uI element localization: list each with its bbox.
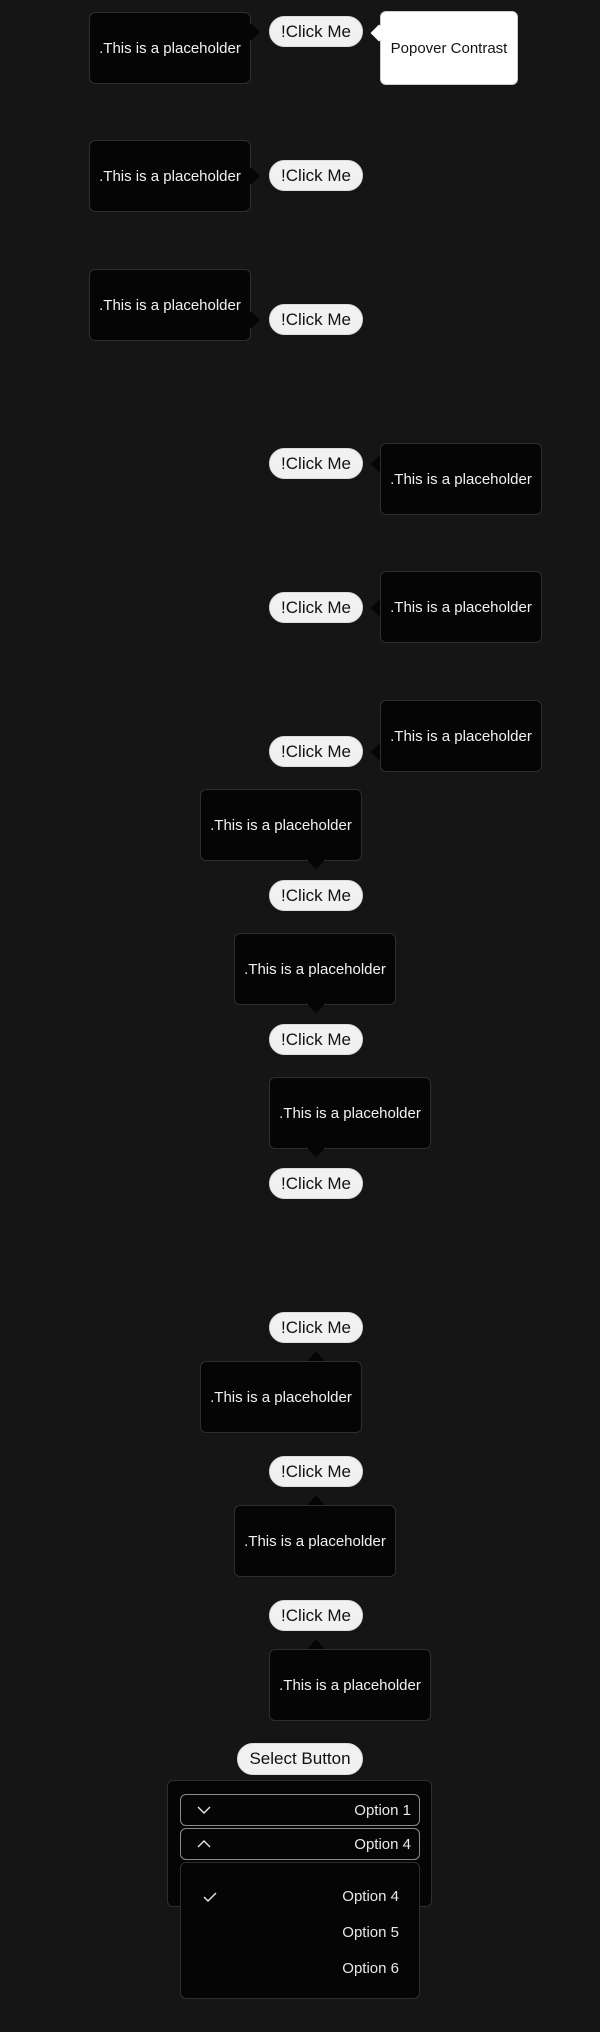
click-me-button[interactable]: !Click Me	[269, 160, 363, 191]
popover-contrast: Popover Contrast	[380, 11, 518, 85]
check-icon	[203, 1892, 217, 1902]
popover-right: .This is a placeholder	[380, 700, 542, 772]
popover-right: .This is a placeholder	[380, 571, 542, 643]
click-me-button[interactable]: !Click Me	[269, 592, 363, 623]
popover-text: .This is a placeholder	[244, 960, 386, 978]
popover-text: .This is a placeholder	[279, 1104, 421, 1122]
menu-item-option-6[interactable]: Option 6	[181, 1954, 419, 1984]
click-me-button[interactable]: !Click Me	[269, 1456, 363, 1487]
click-me-button[interactable]: !Click Me	[269, 304, 363, 335]
popover-top: .This is a placeholder	[234, 933, 396, 1005]
popover-left: .This is a placeholder	[89, 140, 251, 212]
popover-right: .This is a placeholder	[380, 443, 542, 515]
popover-text: .This is a placeholder	[99, 167, 241, 185]
popover-text: .This is a placeholder	[99, 39, 241, 57]
click-me-button[interactable]: !Click Me	[269, 448, 363, 479]
popover-left: .This is a placeholder	[89, 269, 251, 341]
click-me-button[interactable]: !Click Me	[269, 1024, 363, 1055]
click-me-button[interactable]: !Click Me	[269, 1312, 363, 1343]
click-me-button[interactable]: !Click Me	[269, 16, 363, 47]
popover-top: .This is a placeholder	[200, 789, 362, 861]
select-field-option-4[interactable]: Option 4	[180, 1828, 420, 1860]
chevron-down-icon	[197, 1806, 211, 1814]
menu-item-label: Option 4	[342, 1888, 399, 1905]
popover-bottom: .This is a placeholder	[269, 1649, 431, 1721]
popover-contrast-text: Popover Contrast	[390, 39, 508, 57]
chevron-up-icon	[197, 1840, 211, 1848]
popover-text: .This is a placeholder	[210, 816, 352, 834]
menu-item-option-5[interactable]: Option 5	[181, 1918, 419, 1948]
popover-left: .This is a placeholder	[89, 12, 251, 84]
click-me-button[interactable]: !Click Me	[269, 1600, 363, 1631]
select-field-option-1[interactable]: Option 1	[180, 1794, 420, 1826]
menu-item-option-4[interactable]: Option 4	[181, 1882, 419, 1912]
select-button[interactable]: Select Button	[237, 1743, 363, 1775]
click-me-button[interactable]: !Click Me	[269, 736, 363, 767]
popover-text: .This is a placeholder	[390, 470, 532, 488]
popover-text: .This is a placeholder	[390, 727, 532, 745]
popover-text: .This is a placeholder	[390, 598, 532, 616]
popover-text: .This is a placeholder	[244, 1532, 386, 1550]
click-me-button[interactable]: !Click Me	[269, 1168, 363, 1199]
click-me-button[interactable]: !Click Me	[269, 880, 363, 911]
select-field-label: Option 1	[354, 1802, 411, 1819]
select-dropdown-menu: Option 4 Option 5 Option 6	[180, 1862, 420, 1999]
popover-text: .This is a placeholder	[279, 1676, 421, 1694]
popover-bottom: .This is a placeholder	[200, 1361, 362, 1433]
select-field-label: Option 4	[354, 1836, 411, 1853]
popover-bottom: .This is a placeholder	[234, 1505, 396, 1577]
popover-top: .This is a placeholder	[269, 1077, 431, 1149]
menu-item-label: Option 5	[342, 1924, 399, 1941]
popover-text: .This is a placeholder	[210, 1388, 352, 1406]
menu-item-label: Option 6	[342, 1960, 399, 1977]
popover-text: .This is a placeholder	[99, 296, 241, 314]
